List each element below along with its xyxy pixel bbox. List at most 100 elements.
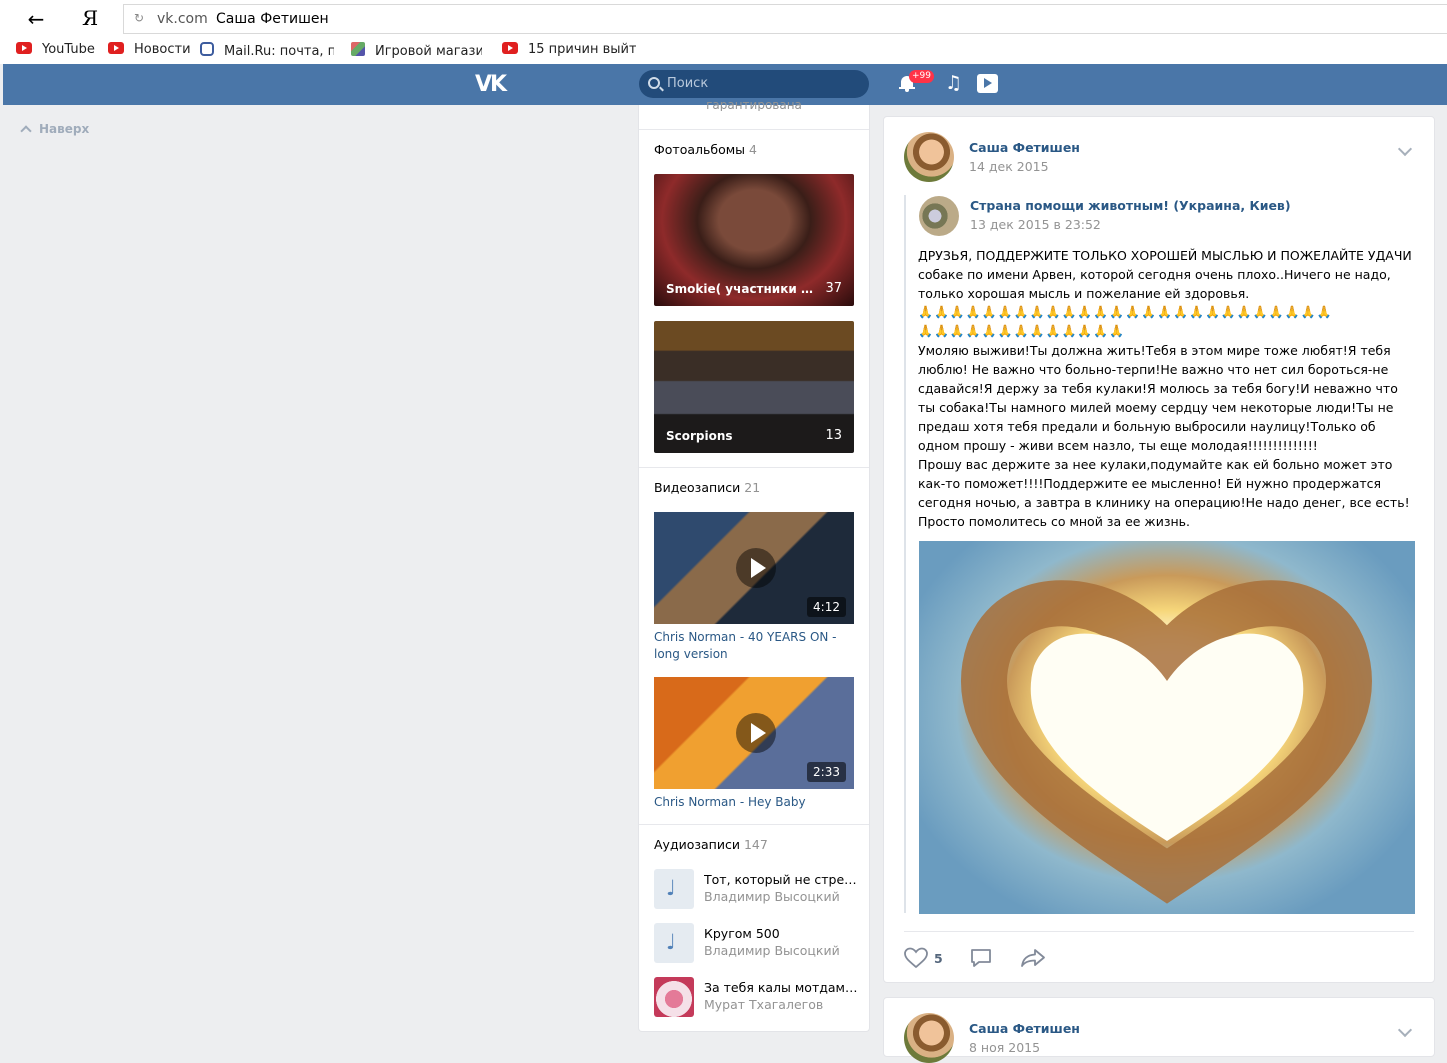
audio-track[interactable]: За тебя калы мотдам, д... Мурат Тхагалег…	[654, 977, 864, 1017]
post-text: ДРУЗЬЯ, ПОДДЕРЖИТЕ ТОЛЬКО ХОРОШЕЙ МЫСЛЬЮ…	[918, 246, 1418, 531]
video-thumbnail[interactable]: 4:12	[654, 512, 854, 624]
track-artist[interactable]: Владимир Высоцкий	[704, 889, 840, 904]
back-arrow-icon[interactable]: ←	[24, 8, 48, 30]
youtube-icon	[108, 42, 124, 54]
video-thumbnail[interactable]: 2:33	[654, 677, 854, 789]
post-paragraph: Прошу вас держите за нее кулаки,подумайт…	[918, 457, 1410, 529]
post-paragraph: Умоляю выживи!Ты должна жить!Тебя в этом…	[918, 343, 1398, 453]
bookmark-label: Mail.Ru: почта, по	[224, 44, 334, 59]
section-count: 4	[749, 142, 757, 157]
share-button[interactable]	[1020, 947, 1046, 972]
post-image[interactable]	[919, 541, 1415, 914]
mail-icon	[200, 42, 214, 56]
album-name: Smokie( участники груп...	[666, 282, 816, 296]
share-icon	[1021, 949, 1045, 967]
track-cover[interactable]: ♩	[654, 923, 694, 963]
music-note-icon: ♩	[666, 876, 676, 900]
bookmark-youtube[interactable]: YouTube	[16, 42, 95, 60]
game-store-icon	[351, 42, 365, 56]
post-date[interactable]: 8 ноя 2015	[969, 1040, 1040, 1055]
vk-header: VK Поиск +99 ♫	[3, 64, 1447, 105]
heart-hands-illustration	[961, 580, 1373, 904]
track-title: За тебя калы мотдам, д...	[704, 980, 859, 995]
avatar[interactable]	[904, 132, 954, 182]
search-placeholder: Поиск	[667, 76, 709, 91]
search-icon	[648, 77, 660, 89]
bookmark-15-reasons[interactable]: 15 причин выйти	[502, 42, 636, 60]
avatar[interactable]	[904, 1013, 954, 1063]
divider	[639, 129, 869, 130]
bookmark-label: Новости	[134, 42, 191, 57]
chevron-down-icon[interactable]	[1397, 141, 1413, 157]
bookmark-news[interactable]: Новости	[108, 42, 191, 60]
divider	[639, 824, 869, 825]
music-note-icon: ♩	[666, 930, 676, 954]
wall-post: Саша Фетишен 8 ноя 2015	[883, 997, 1435, 1063]
browser-address-bar: ← Я ↻ vk.com Саша Фетишен	[0, 0, 1447, 38]
album-count: 13	[825, 428, 842, 443]
url-page-title: Саша Фетишен	[216, 11, 329, 27]
yandex-logo[interactable]: Я	[82, 6, 98, 30]
url-domain: vk.com	[157, 11, 208, 27]
audio-track[interactable]: ♩ Кругом 500 Владимир Высоцкий	[654, 923, 864, 963]
track-artist[interactable]: Мурат Тхагалегов	[704, 997, 823, 1012]
post-author[interactable]: Саша Фетишен	[969, 140, 1080, 155]
section-title: Фотоальбомы	[654, 142, 746, 157]
track-cover[interactable]: ♩	[654, 869, 694, 909]
reload-icon[interactable]: ↻	[134, 11, 144, 25]
videos-header[interactable]: Видеозаписи 21	[654, 480, 760, 495]
comment-icon	[971, 949, 991, 967]
chevron-down-icon[interactable]	[1397, 1022, 1413, 1038]
bookmark-label: 15 причин выйти	[528, 42, 636, 57]
post-date[interactable]: 14 дек 2015	[969, 159, 1049, 174]
comment-button[interactable]	[970, 947, 992, 972]
video-title-link[interactable]: Chris Norman - Hey Baby	[654, 794, 859, 811]
video-duration: 2:33	[807, 762, 846, 782]
repost-author[interactable]: Страна помощи животным! (Украина, Киев)	[970, 198, 1291, 213]
video-icon[interactable]	[977, 74, 998, 93]
album-card[interactable]: Smokie( участники груп... 37	[654, 174, 854, 306]
notifications-badge: +99	[909, 70, 934, 83]
repost-date[interactable]: 13 дек 2015 в 23:52	[970, 217, 1101, 232]
back-to-top-label: Наверх	[39, 122, 90, 136]
repost-line	[904, 195, 906, 913]
audio-header[interactable]: Аудиозаписи 147	[654, 837, 768, 852]
like-count: 5	[934, 951, 943, 966]
video-duration: 4:12	[807, 597, 846, 617]
emoji-row: 🙏🙏🙏🙏🙏🙏🙏🙏🙏🙏🙏🙏🙏🙏🙏🙏🙏🙏🙏🙏🙏🙏🙏🙏🙏🙏	[918, 305, 1333, 319]
search-input[interactable]: Поиск	[639, 70, 869, 98]
repost-avatar[interactable]	[919, 196, 959, 236]
bookmarks-bar: YouTube Новости Mail.Ru: почта, по Игров…	[0, 38, 1447, 64]
post-author[interactable]: Саша Фетишен	[969, 1021, 1080, 1036]
play-icon	[736, 548, 776, 588]
chevron-up-icon	[20, 125, 32, 137]
post-paragraph: ДРУЗЬЯ, ПОДДЕРЖИТЕ ТОЛЬКО ХОРОШЕЙ МЫСЛЬЮ…	[918, 248, 1412, 301]
bookmark-mailru[interactable]: Mail.Ru: почта, по	[200, 42, 334, 60]
like-button[interactable]	[904, 947, 928, 972]
audio-track[interactable]: ♩ Тот, который не стрелял Владимир Высоц…	[654, 869, 864, 909]
divider	[904, 931, 1414, 932]
back-to-top-link[interactable]: Наверх	[20, 122, 90, 137]
play-icon	[736, 713, 776, 753]
section-title: Видеозаписи	[654, 480, 741, 495]
bookmark-label: YouTube	[42, 42, 95, 57]
track-title: Тот, который не стрелял	[704, 872, 859, 887]
photo-albums-header[interactable]: Фотоальбомы 4	[654, 142, 757, 157]
video-title-link[interactable]: Chris Norman - 40 YEARS ON - long versio…	[654, 629, 859, 663]
track-title: Кругом 500	[704, 926, 780, 941]
section-count: 147	[743, 837, 768, 852]
divider	[639, 467, 869, 468]
music-icon[interactable]: ♫	[945, 72, 962, 94]
track-cover[interactable]	[654, 977, 694, 1017]
bookmark-game-store[interactable]: Игровой магазин	[351, 42, 482, 60]
album-card[interactable]: Scorpions 13	[654, 321, 854, 453]
heart-icon	[904, 947, 928, 969]
track-artist[interactable]: Владимир Высоцкий	[704, 943, 840, 958]
album-name: Scorpions	[666, 429, 733, 443]
bookmark-label: Игровой магазин	[375, 44, 482, 59]
vk-logo[interactable]: VK	[475, 72, 509, 97]
youtube-icon	[16, 42, 32, 54]
wall-post: Саша Фетишен 14 дек 2015 Страна помощи ж…	[883, 116, 1435, 983]
url-field[interactable]: ↻ vk.com Саша Фетишен	[123, 4, 1447, 34]
emoji-row: 🙏🙏🙏🙏🙏🙏🙏🙏🙏🙏🙏🙏🙏	[918, 324, 1126, 338]
